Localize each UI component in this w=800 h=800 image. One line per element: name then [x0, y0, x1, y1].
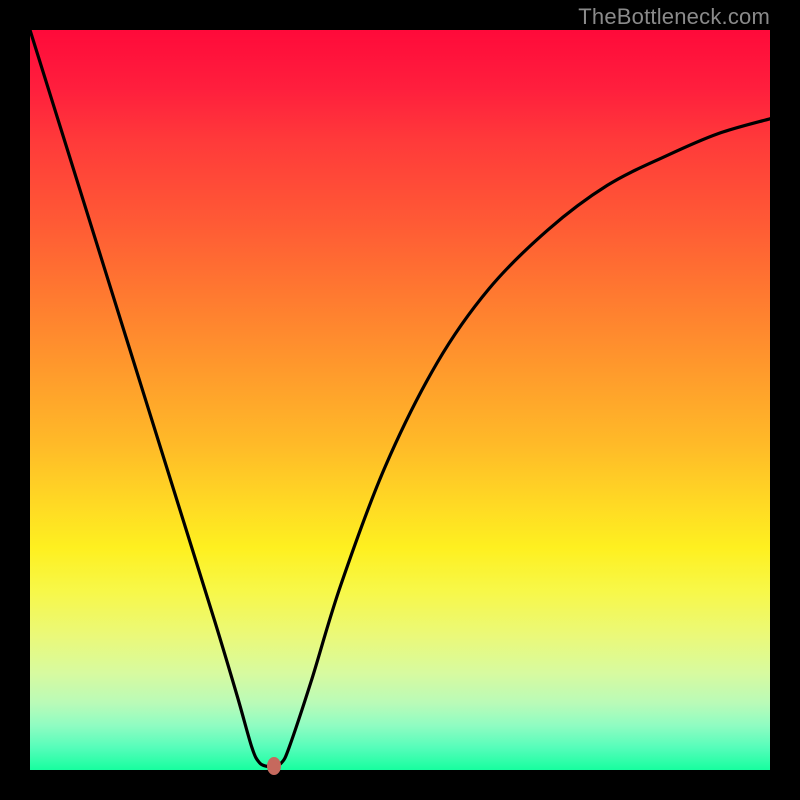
minimum-marker — [267, 757, 281, 775]
curve-svg — [30, 30, 770, 770]
bottleneck-curve-path — [30, 30, 770, 767]
watermark-text: TheBottleneck.com — [578, 4, 770, 30]
plot-area — [30, 30, 770, 770]
chart-canvas: TheBottleneck.com — [0, 0, 800, 800]
